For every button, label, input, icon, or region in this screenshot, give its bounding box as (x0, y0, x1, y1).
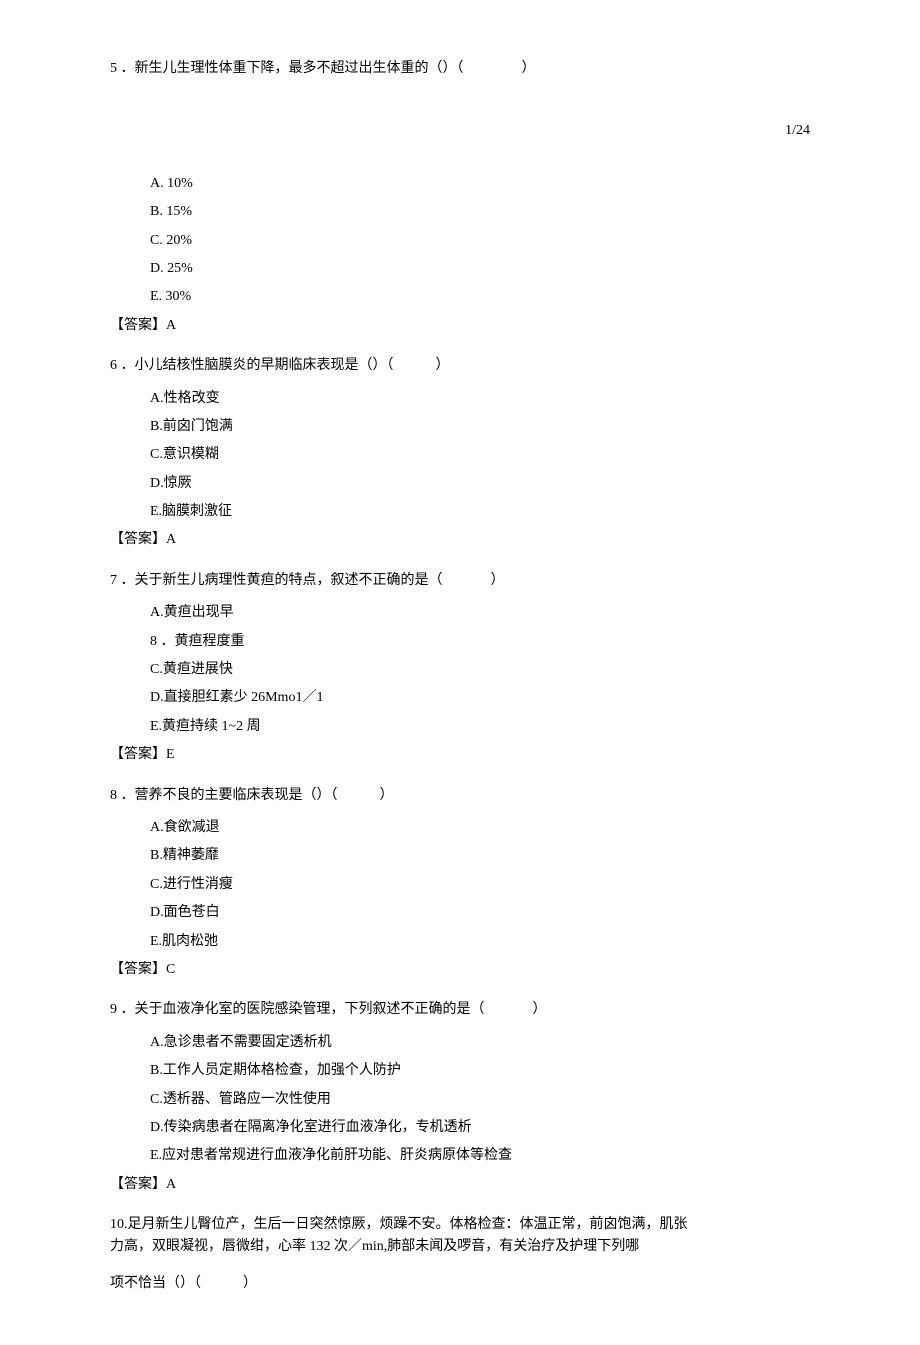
q9-option-c: C.透析器、管路应一次性使用 (150, 1089, 810, 1111)
q5-answer: 【答案】A (110, 315, 810, 337)
question-9-stem: 9 ．关于血液净化室的医院感染管理，下列叙述不正确的是（ ） (110, 999, 810, 1021)
q9-option-a: A.急诊患者不需要固定透析机 (150, 1032, 810, 1054)
q8-options: A.食欲减退 B.精神萎靡 C.进行性消瘦 D.面色苍白 E.肌肉松弛 (150, 817, 810, 953)
q10-line1: 10.足月新生儿臀位产，生后一日突然惊厥，烦躁不安。体格检查：体温正常，前囟饱满… (110, 1214, 810, 1236)
q9-options: A.急诊患者不需要固定透析机 B.工作人员定期体格检查，加强个人防护 C.透析器… (150, 1032, 810, 1168)
q8-answer: 【答案】C (110, 959, 810, 981)
q6-stem-text-pre: 6 ．小儿结核性脑膜炎的早期临床表现是（）（ (110, 358, 394, 373)
q9-answer: 【答案】A (110, 1174, 810, 1196)
question-5-stem: 5 ．新生儿生理性体重下降，最多不超过出生体重的（）（ ） (110, 58, 810, 80)
q5-option-a: A. 10% (150, 173, 810, 195)
q8-option-d: D.面色苍白 (150, 902, 810, 924)
q6-options: A.性格改变 B.前囟门饱满 C.意识模糊 D.惊厥 E.脑膜刺激征 (150, 388, 810, 524)
q6-answer: 【答案】A (110, 529, 810, 551)
q7-stem-text-post: ） (491, 573, 505, 588)
q6-stem-text-post: ） (436, 358, 450, 373)
question-7-stem: 7 ．关于新生儿病理性黄疸的特点，叙述不正确的是（ ） (110, 570, 810, 592)
q6-option-c: C.意识模糊 (150, 444, 810, 466)
q9-stem-text-pre: 9 ．关于血液净化室的医院感染管理，下列叙述不正确的是（ (110, 1002, 485, 1017)
q7-option-d: D.直接胆红素少 26Mmo1／1 (150, 687, 810, 709)
q9-option-e: E.应对患者常规进行血液净化前肝功能、肝炎病原体等检查 (150, 1145, 810, 1167)
q7-option-c: C.黄疸进展快 (150, 659, 810, 681)
q5-stem-text-pre: 5 ．新生儿生理性体重下降，最多不超过出生体重的（）（ (110, 61, 464, 76)
q7-answer: 【答案】E (110, 744, 810, 766)
q7-option-e: E.黄疸持续 1~2 周 (150, 716, 810, 738)
q7-options: A.黄疸出现早 8 ．黄疸程度重 C.黄疸进展快 D.直接胆红素少 26Mmo1… (150, 602, 810, 738)
q10-line3-post: ） (243, 1276, 257, 1291)
q10-line2: 力高，双眼凝视，唇微绀，心率 132 次／min,肺部未闻及啰音，有关治疗及护理… (110, 1236, 810, 1258)
q9-option-b: B.工作人员定期体格检查，加强个人防护 (150, 1060, 810, 1082)
q8-option-b: B.精神萎靡 (150, 845, 810, 867)
q8-stem-text-post: ） (380, 788, 394, 803)
q7-stem-text-pre: 7 ．关于新生儿病理性黄疸的特点，叙述不正确的是（ (110, 573, 443, 588)
q8-option-a: A.食欲减退 (150, 817, 810, 839)
q9-stem-text-post: ） (533, 1002, 547, 1017)
q7-option-b: 8 ．黄疸程度重 (150, 631, 810, 653)
q6-option-e: E.脑膜刺激征 (150, 501, 810, 523)
q9-option-d: D.传染病患者在隔离净化室进行血液净化，专机透析 (150, 1117, 810, 1139)
q5-option-c: C. 20% (150, 230, 810, 252)
q5-option-b: B. 15% (150, 201, 810, 223)
q6-option-d: D.惊厥 (150, 473, 810, 495)
q8-option-c: C.进行性消瘦 (150, 874, 810, 896)
question-6-stem: 6 ．小儿结核性脑膜炎的早期临床表现是（）（ ） (110, 355, 810, 377)
q5-options: A. 10% B. 15% C. 20% D. 25% E. 30% (150, 173, 810, 309)
question-10-stem: 10.足月新生儿臀位产，生后一日突然惊厥，烦躁不安。体格检查：体温正常，前囟饱满… (110, 1214, 810, 1295)
q5-option-d: D. 25% (150, 258, 810, 280)
question-8-stem: 8 ．营养不良的主要临床表现是（）（ ） (110, 785, 810, 807)
q5-option-e: E. 30% (150, 286, 810, 308)
q6-option-a: A.性格改变 (150, 388, 810, 410)
page-number: 1/24 (110, 120, 810, 142)
q5-stem-text-post: ） (522, 61, 536, 76)
q10-line3-pre: 项不恰当（）（ (110, 1276, 201, 1291)
q8-option-e: E.肌肉松弛 (150, 931, 810, 953)
q8-stem-text-pre: 8 ．营养不良的主要临床表现是（）（ (110, 788, 338, 803)
q6-option-b: B.前囟门饱满 (150, 416, 810, 438)
q7-option-a: A.黄疸出现早 (150, 602, 810, 624)
